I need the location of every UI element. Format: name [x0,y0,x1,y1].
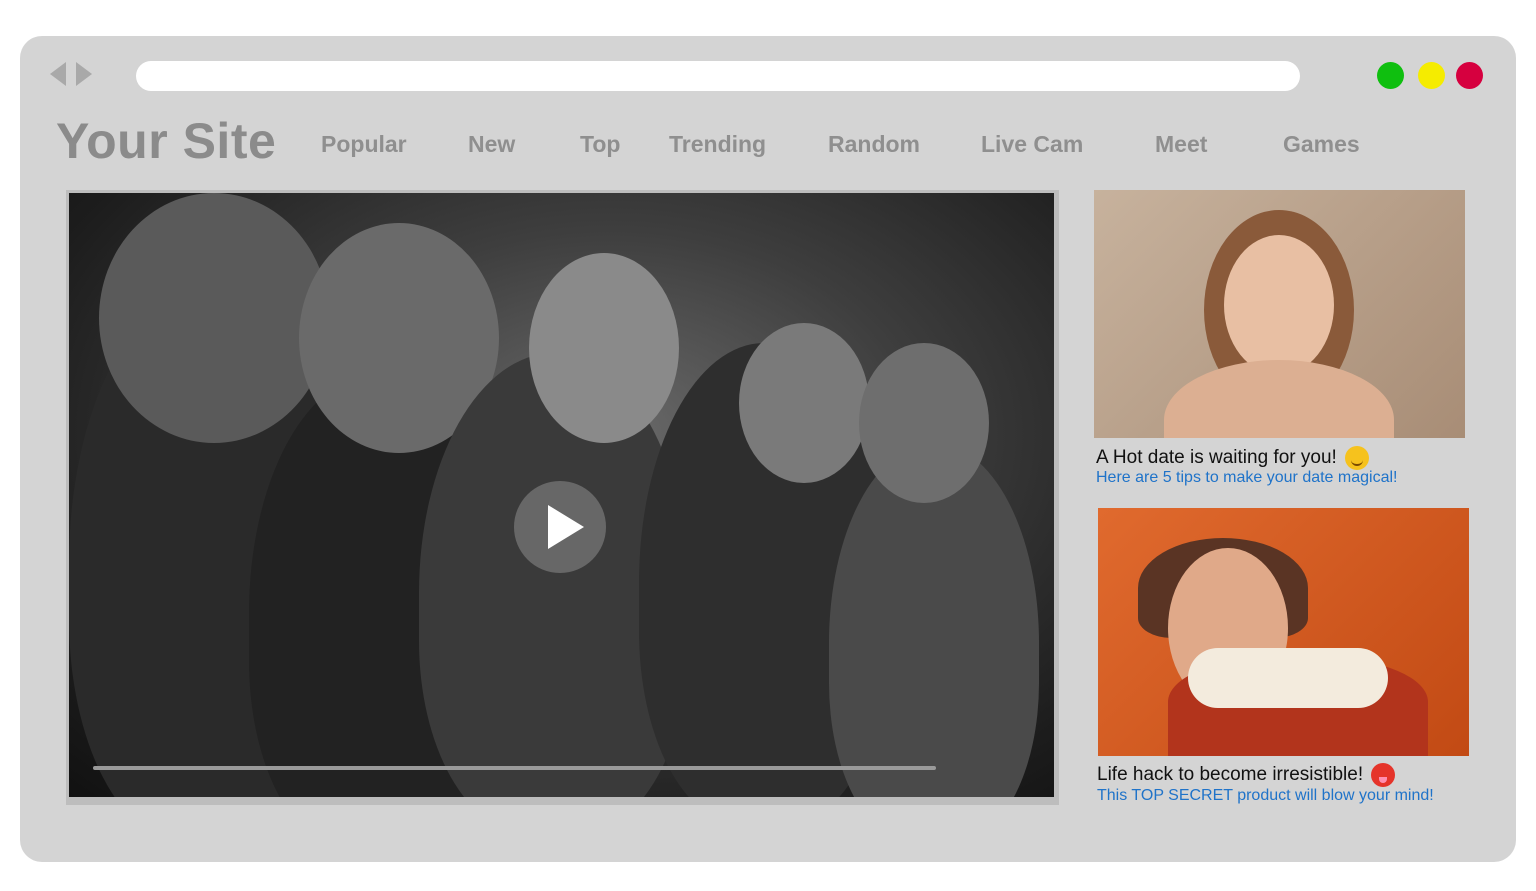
smiling-face-with-heart-eyes-icon [1344,446,1369,470]
ad-subtitle-1[interactable]: Here are 5 tips to make your date magica… [1096,469,1397,487]
nav-item-meet[interactable]: Meet [1155,131,1207,158]
shoulders-shape [1164,360,1394,438]
ad-subtitle-2[interactable]: This TOP SECRET product will blow your m… [1097,787,1434,805]
nav-item-games[interactable]: Games [1283,131,1360,158]
site-logo[interactable]: Your Site [56,112,276,170]
ad-image-woman[interactable] [1094,190,1465,438]
window-control-green[interactable] [1377,62,1404,89]
video-player[interactable] [66,190,1059,805]
audience-face [739,323,869,483]
play-button[interactable] [514,481,606,573]
window-control-red[interactable] [1456,62,1483,89]
nav-item-random[interactable]: Random [828,131,920,158]
video-frame[interactable] [69,193,1054,797]
window-control-yellow[interactable] [1418,62,1445,89]
nav-item-live-cam[interactable]: Live Cam [981,131,1083,158]
address-bar[interactable] [136,61,1300,91]
audience-face [99,193,329,443]
ad-image-man[interactable] [1098,508,1469,756]
ad-title-2[interactable]: Life hack to become irresistible! [1097,763,1396,787]
nav-item-top[interactable]: Top [580,131,620,158]
ad-title-1[interactable]: A Hot date is waiting for you! [1096,446,1369,470]
back-arrow-icon[interactable] [50,62,66,86]
ad-title-text: A Hot date is waiting for you! [1096,447,1337,468]
nav-item-popular[interactable]: Popular [321,131,407,158]
nav-item-new[interactable]: New [468,131,515,158]
hot-face-icon [1371,763,1396,787]
browser-nav [50,62,92,86]
nav-item-trending[interactable]: Trending [669,131,766,158]
forward-arrow-icon[interactable] [76,62,92,86]
face-shape [1224,235,1334,375]
ad-title-text: Life hack to become irresistible! [1097,764,1364,785]
audience-face [859,343,989,503]
audience-face [529,253,679,443]
play-icon [548,505,584,549]
progress-bar[interactable] [93,766,936,770]
collar-shape [1188,648,1388,708]
